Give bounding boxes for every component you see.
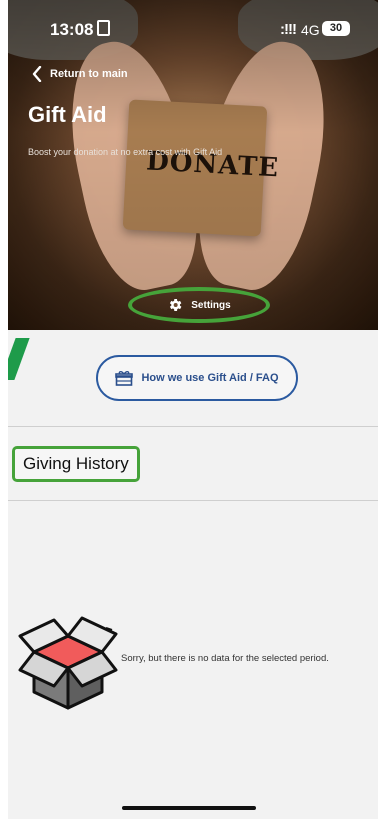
page-title: Gift Aid — [28, 102, 107, 127]
home-indicator[interactable] — [122, 806, 256, 810]
hand-right — [183, 31, 343, 299]
back-button[interactable]: Return to main — [32, 66, 128, 82]
open-box-icon — [18, 616, 118, 710]
donate-box: DONATE — [122, 99, 280, 237]
faq-button[interactable]: How we use Gift Aid / FAQ — [96, 355, 298, 401]
status-time: 13:08 — [50, 20, 111, 40]
page-subtitle: Boost your donation at no extra cost wit… — [28, 147, 223, 157]
divider — [8, 426, 378, 427]
signal-icon: :!!! — [280, 21, 297, 38]
sim-icon — [97, 20, 111, 36]
gear-icon — [170, 299, 182, 311]
network-type: 4G — [301, 22, 320, 38]
back-label: Return to main — [50, 68, 128, 80]
battery-icon: 30 — [322, 21, 350, 36]
divider — [8, 500, 378, 501]
chevron-left-icon — [32, 66, 42, 82]
giving-history-title: Giving History — [12, 446, 140, 482]
faq-label: How we use Gift Aid / FAQ — [141, 372, 279, 384]
gift-icon — [115, 371, 134, 386]
annotation-marker — [8, 338, 30, 380]
settings-label: Settings — [191, 299, 231, 311]
settings-button[interactable]: Settings — [128, 287, 270, 323]
gift-aid-screen: DONATE 13:08 :!!! 4G 30 Return to main G… — [8, 0, 378, 819]
status-bar: 13:08 :!!! 4G 30 — [8, 0, 378, 58]
empty-state-message: Sorry, but there is no data for the sele… — [121, 653, 329, 664]
